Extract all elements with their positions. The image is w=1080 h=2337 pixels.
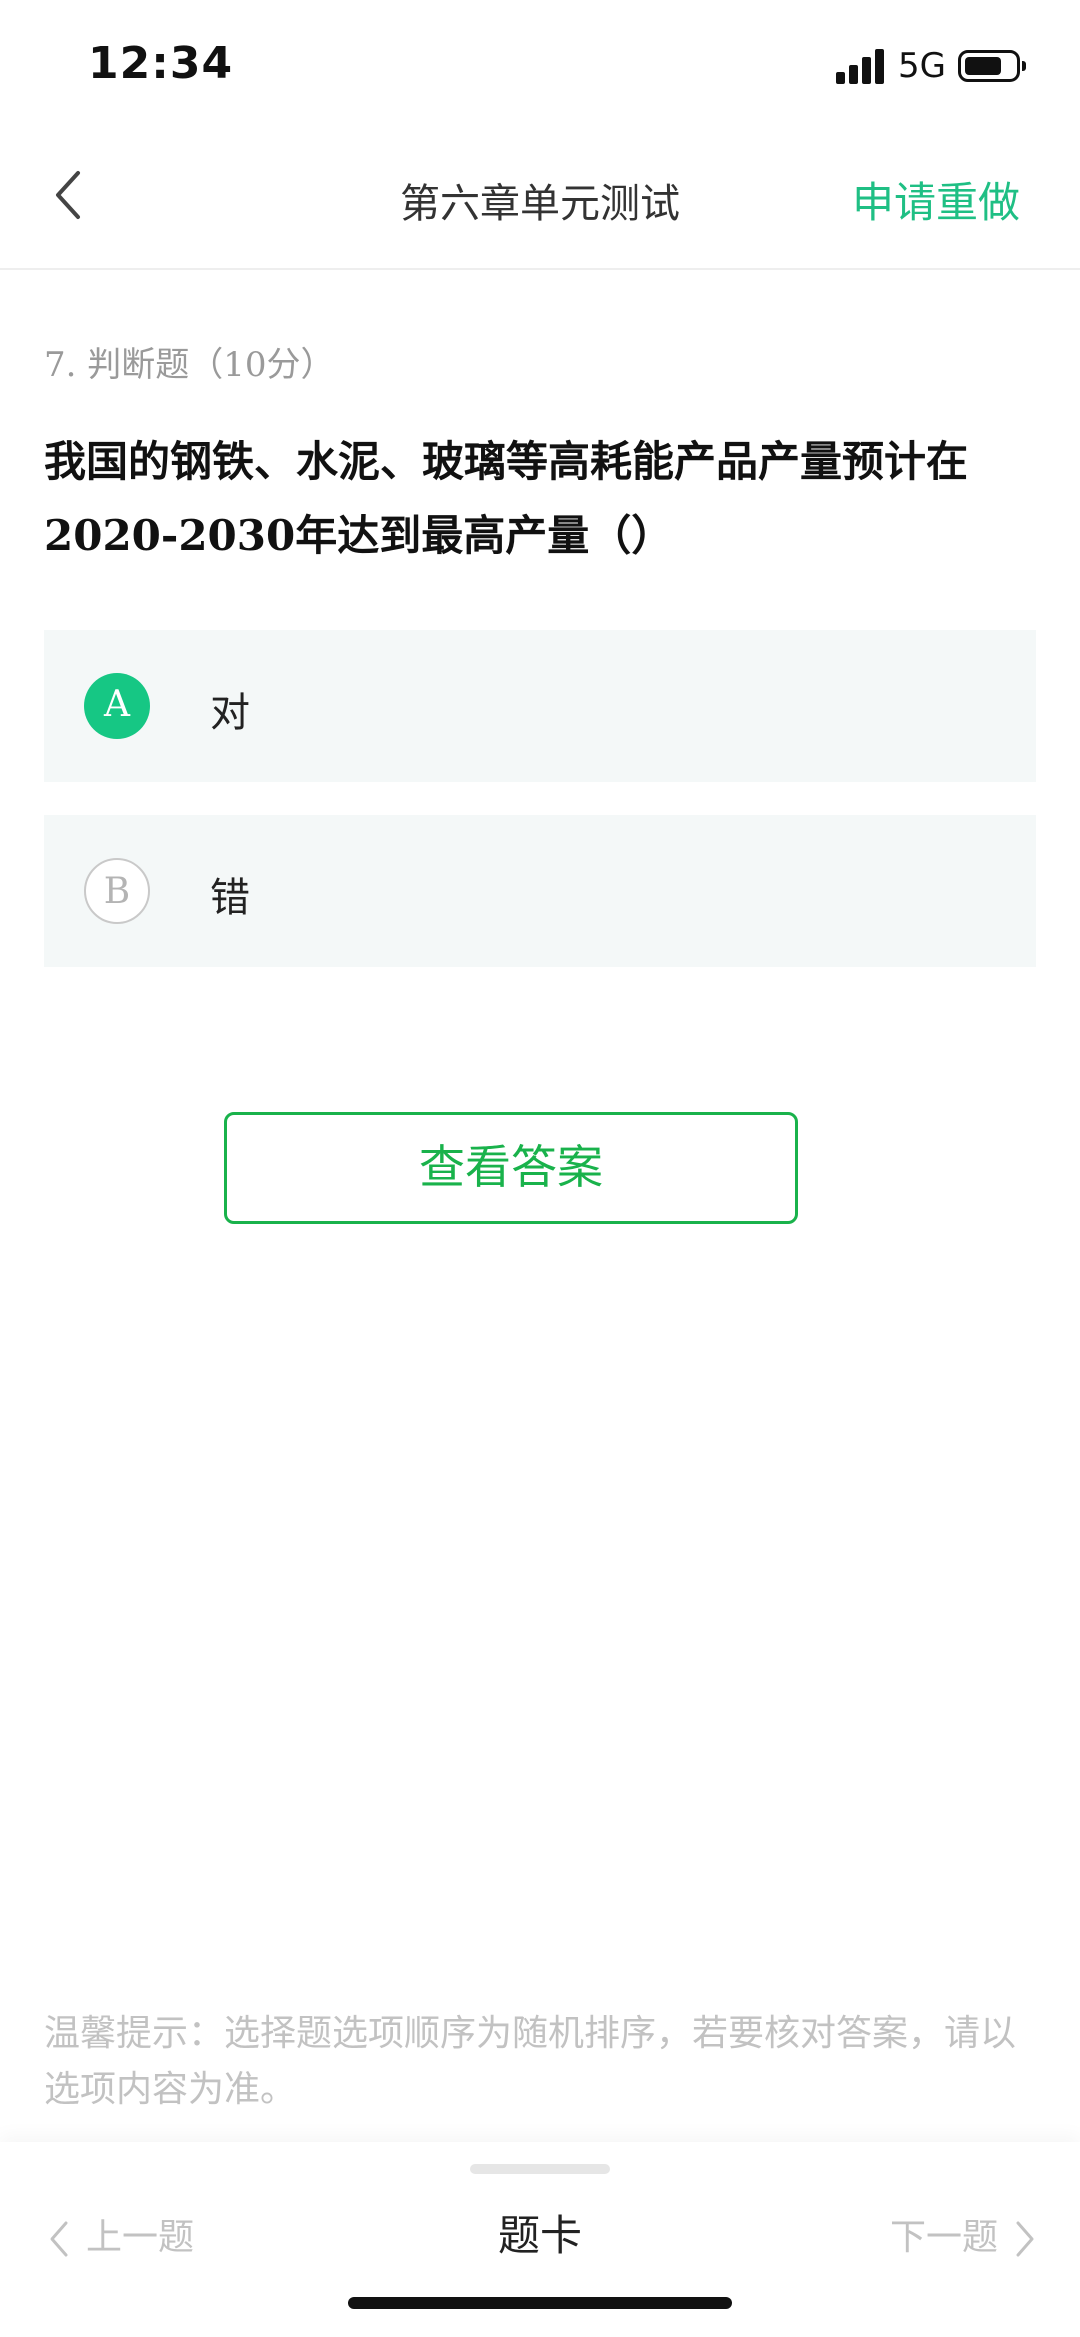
drag-handle[interactable] — [470, 2164, 610, 2174]
chevron-right-icon — [1016, 2221, 1034, 2257]
option-a[interactable]: A 对 — [44, 630, 1036, 782]
question-meta: 7. 判断题（10分） — [44, 345, 335, 385]
option-a-label: 对 — [210, 690, 250, 736]
quiz-page: 12:34 5G 第六章单元测试 申请重做 7. 判断题（10分） 我国的钢铁、… — [0, 0, 1080, 2337]
status-bar: 12:34 5G — [0, 0, 1080, 135]
option-b-letter: B — [84, 858, 150, 924]
view-answer-button[interactable]: 查看答案 — [224, 1112, 798, 1224]
question-text: 我国的钢铁、水泥、玻璃等高耗能产品产量预计在2020-2030年达到最高产量（） — [44, 437, 969, 560]
nav-bar: 第六章单元测试 申请重做 — [0, 135, 1080, 270]
next-question-label: 下一题 — [889, 2217, 998, 2258]
network-type: 5G — [898, 46, 946, 86]
option-a-letter: A — [84, 673, 150, 739]
tip-text: 温馨提示：选择题选项顺序为随机排序，若要核对答案，请以选项内容为准。 — [44, 2013, 1017, 2110]
home-indicator — [348, 2297, 732, 2309]
request-redo-button[interactable]: 申请重做 — [852, 169, 1020, 230]
option-b-label: 错 — [210, 875, 250, 921]
option-b[interactable]: B 错 — [44, 815, 1036, 967]
signal-icon — [836, 48, 886, 84]
next-question-button[interactable]: 下一题 — [890, 2208, 1040, 2260]
status-time: 12:34 — [88, 38, 234, 89]
battery-icon — [958, 50, 1026, 82]
